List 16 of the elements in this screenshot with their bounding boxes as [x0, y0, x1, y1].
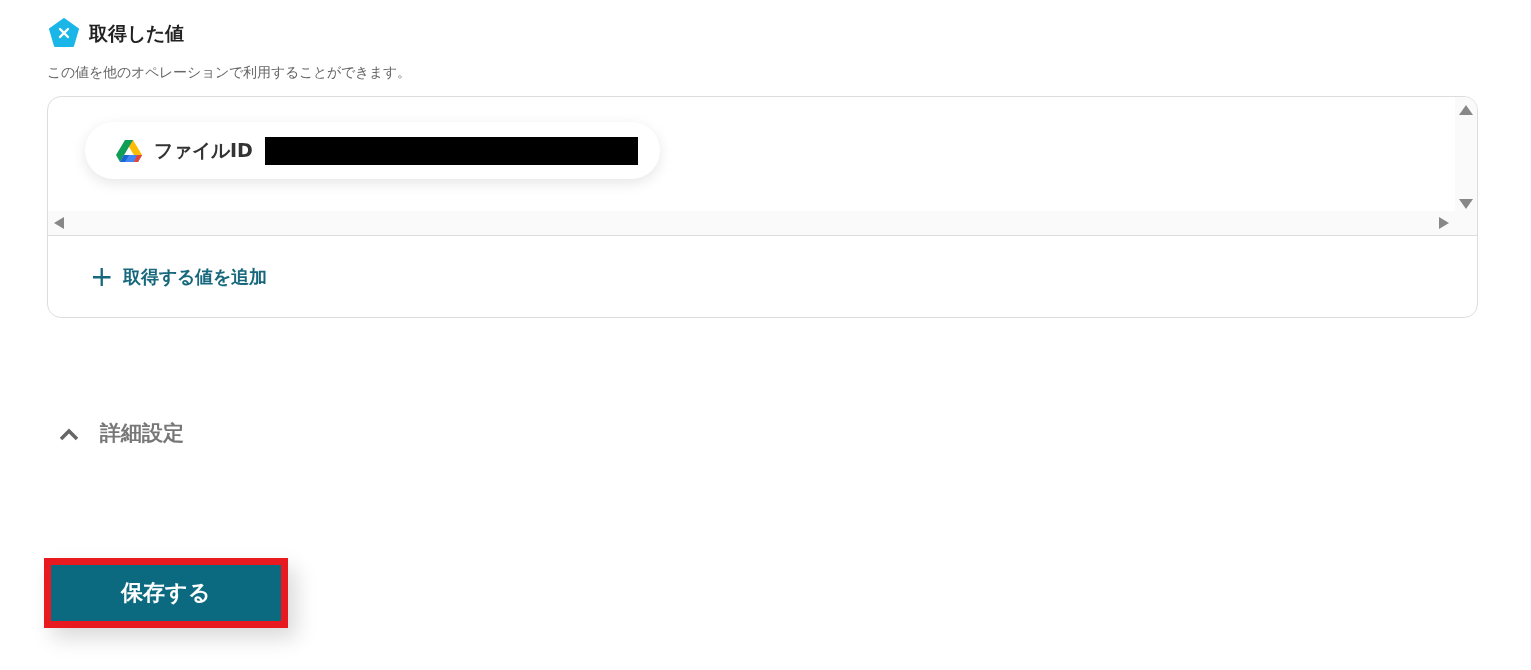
value-chip[interactable]: ファイルID [85, 122, 660, 179]
vertical-scrollbar[interactable] [1455, 97, 1477, 235]
value-label: ファイルID [154, 138, 253, 164]
advanced-settings-toggle[interactable]: 詳細設定 [58, 418, 184, 450]
chevron-icon [58, 426, 80, 441]
section-title: 取得した値 [89, 20, 184, 46]
scroll-up-icon[interactable] [1459, 105, 1473, 115]
logo-icon [49, 18, 79, 48]
drive-icon [116, 139, 142, 162]
horizontal-scrollbar[interactable] [48, 211, 1455, 235]
section-description: この値を他のオペレーションで利用することができます。 [47, 63, 412, 82]
save-button[interactable]: 保存する [44, 557, 288, 628]
add-value-button[interactable]: + 取得する値を追加 [90, 262, 268, 291]
scroll-left-icon[interactable] [54, 217, 64, 229]
scroll-right-icon[interactable] [1439, 217, 1449, 229]
scroll-down-icon[interactable] [1459, 199, 1473, 209]
